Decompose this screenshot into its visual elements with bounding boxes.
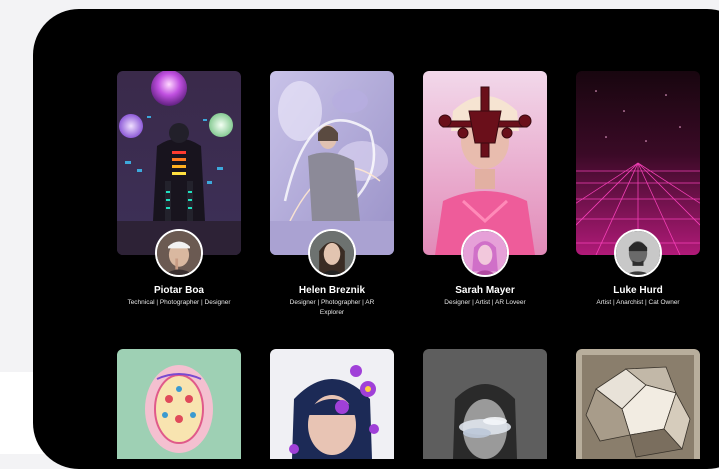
profile-card-luke-hurd[interactable]: [576, 71, 700, 255]
filter-card[interactable]: [270, 349, 394, 459]
avatar-image: [616, 231, 660, 275]
device-screen: Piotar Boa Technical | Photographer | De…: [33, 9, 719, 469]
profile-card-helen-breznik[interactable]: [270, 71, 394, 255]
filter-preview-image: [117, 349, 241, 459]
avatar[interactable]: [308, 229, 356, 277]
profile-name: Helen Breznik: [298, 285, 366, 296]
avatar[interactable]: [461, 229, 509, 277]
profile-roles: Designer | Photographer | AR Explorer: [289, 299, 375, 316]
filter-preview-image: [423, 349, 547, 459]
filter-preview-image: [270, 71, 394, 255]
profile-card-piotar-boa[interactable]: [117, 71, 241, 255]
filter-preview-image: [576, 349, 700, 459]
profile-roles: Technical | Photographer | Designer: [127, 299, 231, 306]
avatar-image: [157, 231, 201, 275]
avatar-image: [310, 231, 354, 275]
profile-name: Piotar Boa: [153, 285, 204, 296]
filter-preview-image: [423, 71, 547, 255]
filter-card[interactable]: [117, 349, 241, 459]
filter-preview-image: [117, 71, 241, 255]
profile-name: Luke Hurd: [613, 285, 663, 296]
filter-preview-image: [576, 71, 700, 255]
profile-card-sarah-mayer[interactable]: [423, 71, 547, 255]
avatar[interactable]: [155, 229, 203, 277]
avatar-image: [463, 231, 507, 275]
filter-preview-image: [270, 349, 394, 459]
filter-card[interactable]: [576, 349, 700, 459]
profile-roles: Designer | Artist | AR Loveer: [444, 299, 526, 306]
profile-name: Sarah Mayer: [455, 285, 515, 296]
filter-card[interactable]: [423, 349, 547, 459]
avatar[interactable]: [614, 229, 662, 277]
profile-roles: Artist | Anarchist | Cat Owner: [596, 299, 680, 306]
